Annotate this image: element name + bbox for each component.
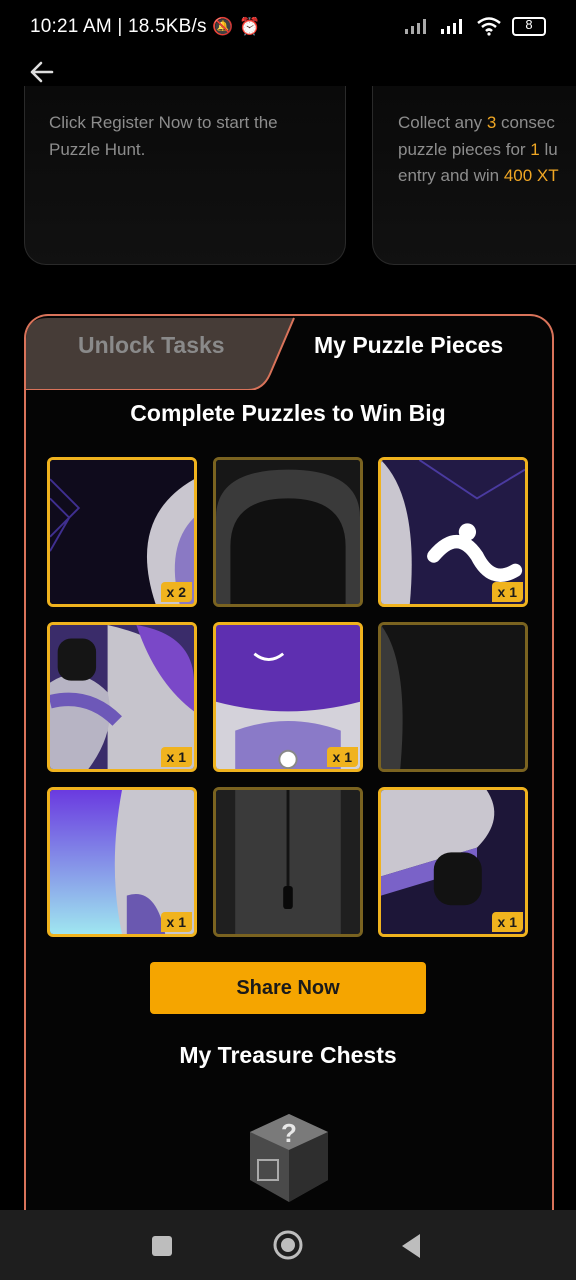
status-time-speed: 10:21 AM | 18.5KB/s 🔕 ⏰: [30, 16, 261, 37]
signal-icon-2: [441, 19, 462, 34]
recent-apps-icon[interactable]: [150, 1234, 174, 1258]
puzzle-piece-4[interactable]: x 1: [47, 622, 197, 772]
battery-level: 8: [525, 16, 533, 32]
info-card-register: Click Register Now to start the Puzzle H…: [24, 86, 346, 265]
battery-icon: 8: [512, 16, 546, 36]
puzzle-piece-5[interactable]: x 1: [213, 622, 363, 772]
puzzle-piece-3[interactable]: x 1: [378, 457, 528, 607]
puzzle-piece-2[interactable]: [213, 457, 363, 607]
info-card-register-text: Click Register Now to start the Puzzle H…: [49, 113, 278, 159]
info-card-collect-text: Collect any 3 consec puzzle pieces for 1…: [398, 113, 559, 185]
puzzle-piece-6[interactable]: [378, 622, 528, 772]
wifi-icon: [477, 17, 501, 36]
back-nav-icon[interactable]: [398, 1232, 424, 1260]
treasure-chests-title: My Treasure Chests: [179, 1042, 397, 1068]
piece-count-badge: x 2: [160, 582, 192, 602]
treasure-chest-icon[interactable]: ?: [246, 1110, 332, 1210]
status-bar: 10:21 AM | 18.5KB/s 🔕 ⏰ 8: [0, 0, 576, 56]
tab-unlock-tasks[interactable]: Unlock Tasks: [78, 332, 225, 359]
share-now-button[interactable]: Share Now: [150, 962, 426, 1014]
puzzle-piece-7[interactable]: x 1: [47, 787, 197, 937]
system-nav-bar: [0, 1210, 576, 1280]
signal-icon: [405, 19, 426, 34]
home-icon[interactable]: [271, 1228, 305, 1262]
piece-count-badge: x 1: [160, 747, 192, 767]
alarm-icon: ⏰: [239, 17, 261, 36]
puzzle-piece-9[interactable]: x 1: [378, 787, 528, 937]
mute-icon: 🔕: [212, 17, 234, 36]
info-card-collect: Collect any 3 consec puzzle pieces for 1…: [372, 86, 576, 265]
back-arrow-icon[interactable]: [26, 56, 58, 88]
piece-count-badge: x 1: [491, 582, 523, 602]
tab-my-puzzle-pieces[interactable]: My Puzzle Pieces: [314, 332, 503, 359]
puzzle-grid: x 2 x 1 x 1 x 1 x 1 x 1: [47, 457, 529, 939]
puzzle-headline: Complete Puzzles to Win Big: [130, 400, 446, 426]
puzzle-piece-8[interactable]: [213, 787, 363, 937]
piece-count-badge: x 1: [326, 747, 358, 767]
svg-text:?: ?: [281, 1118, 297, 1148]
status-icons: 8: [404, 16, 546, 36]
piece-count-badge: x 1: [491, 912, 523, 932]
piece-count-badge: x 1: [160, 912, 192, 932]
puzzle-piece-1[interactable]: x 2: [47, 457, 197, 607]
